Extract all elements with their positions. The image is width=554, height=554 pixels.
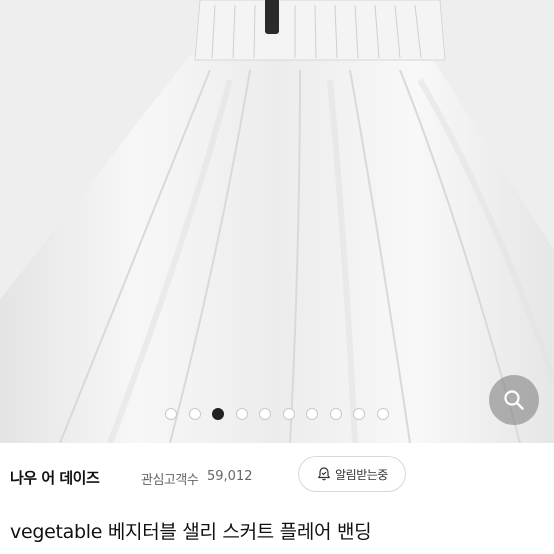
- alarm-button[interactable]: 알림받는중: [298, 456, 406, 492]
- alarm-label: 알림받는중: [335, 467, 388, 482]
- hanger-clip: [265, 0, 279, 34]
- carousel-dot[interactable]: [188, 408, 201, 420]
- bell-check-icon: [317, 467, 331, 481]
- carousel-indicator[interactable]: [0, 404, 554, 424]
- carousel-dot[interactable]: [235, 408, 248, 420]
- carousel-dot[interactable]: [212, 408, 224, 420]
- carousel-dot[interactable]: [282, 408, 295, 420]
- carousel-dot[interactable]: [306, 408, 318, 420]
- carousel-dot[interactable]: [353, 408, 365, 420]
- product-image[interactable]: [0, 0, 554, 443]
- followers-count: 59,012: [207, 469, 253, 484]
- carousel-dot[interactable]: [329, 408, 342, 420]
- store-name[interactable]: 나우 어 데이즈: [10, 467, 100, 488]
- search-icon: [504, 390, 524, 410]
- carousel-dot[interactable]: [376, 408, 389, 420]
- carousel-dot[interactable]: [165, 408, 177, 420]
- carousel-dot[interactable]: [259, 408, 271, 420]
- zoom-button[interactable]: [489, 375, 539, 425]
- skirt-illustration: [0, 0, 554, 443]
- product-title: vegetable 베지터블 샐리 스커트 플레어 밴딩: [10, 521, 372, 543]
- followers-label: 관심고객수: [141, 473, 199, 488]
- store-bar: 나우 어 데이즈 관심고객수 59,012 알림받는중: [0, 443, 554, 513]
